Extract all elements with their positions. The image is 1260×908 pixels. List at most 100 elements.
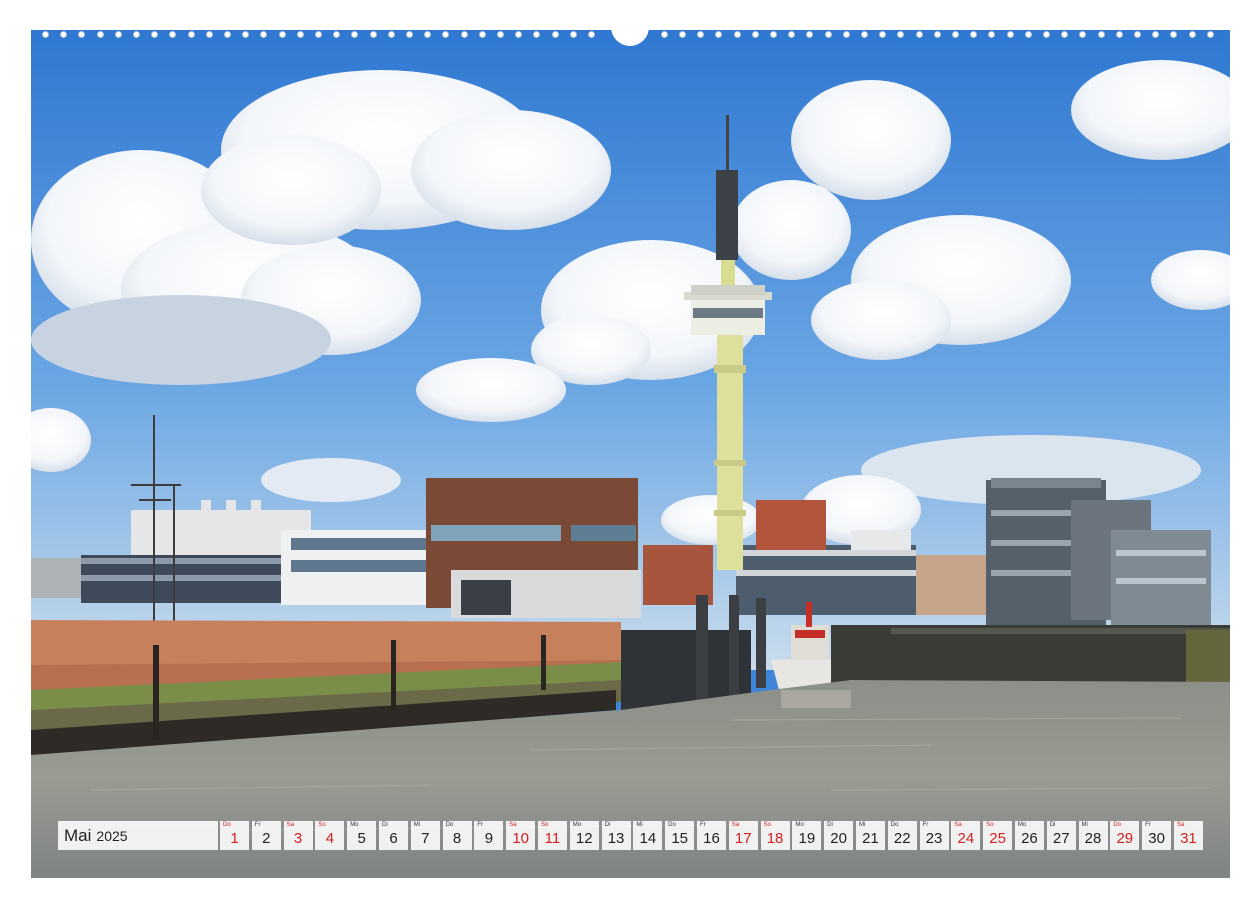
- binding-hole: [770, 31, 777, 38]
- weekday-abbrev: Do: [1113, 822, 1121, 828]
- weekday-abbrev: Fr: [254, 822, 261, 828]
- month-name: Mai: [64, 825, 92, 845]
- binding-hole: [369, 31, 377, 38]
- weekday-abbrev: Sa: [1176, 822, 1185, 828]
- weekday-abbrev: Fr: [922, 822, 929, 828]
- day-cell: Di 6: [378, 821, 408, 850]
- weekday-abbrev: Mo: [1017, 822, 1027, 828]
- binding-hole: [205, 31, 213, 38]
- day-number: 2: [262, 830, 271, 847]
- weekday-abbrev: Di: [1049, 822, 1056, 828]
- binding-hole: [1006, 31, 1014, 38]
- weekday-abbrev: Mo: [350, 822, 359, 828]
- day-cell: So 18: [760, 821, 790, 850]
- binding-hole: [679, 31, 686, 38]
- day-number: 24: [957, 830, 975, 847]
- day-number: 10: [512, 830, 530, 847]
- day-number: 4: [325, 830, 335, 847]
- month-year: 2025: [96, 827, 128, 844]
- day-number: 15: [671, 830, 688, 847]
- weekday-abbrev: Di: [604, 822, 611, 828]
- binding-hole: [697, 31, 705, 38]
- binding-hole: [1206, 31, 1214, 38]
- binding-hole: [260, 31, 268, 38]
- weekday-abbrev: So: [763, 822, 771, 828]
- day-number: 31: [1180, 830, 1197, 847]
- binding-hole: [460, 31, 468, 38]
- day-cell: Mi 14: [633, 821, 663, 850]
- binding-hole: [842, 31, 850, 38]
- binding-hole: [151, 31, 159, 38]
- day-cell: Di 27: [1046, 821, 1076, 850]
- binding-hole: [533, 31, 541, 38]
- day-cell: Mi 28: [1078, 821, 1108, 850]
- day-number: 28: [1084, 830, 1102, 847]
- day-cell: Mo 19: [792, 821, 822, 850]
- binding-hole: [569, 31, 577, 38]
- day-number: 14: [639, 830, 657, 847]
- day-number: 21: [862, 830, 879, 847]
- day-cell: Do 22: [887, 821, 917, 850]
- binding-hole: [733, 31, 741, 38]
- day-cell: Fr 2: [251, 821, 281, 850]
- binding-hole: [1134, 31, 1141, 38]
- day-number: 7: [421, 830, 430, 847]
- day-cell: Do 1: [220, 821, 249, 850]
- binding-hole: [478, 31, 486, 38]
- day-number: 19: [798, 830, 816, 847]
- weekday-abbrev: Do: [668, 822, 676, 828]
- binding-hole: [660, 31, 668, 38]
- binding-hole: [224, 31, 231, 38]
- weekday-abbrev: So: [318, 822, 326, 828]
- day-number: 26: [1021, 830, 1038, 847]
- weekday-abbrev: Sa: [731, 822, 740, 828]
- day-cell: Di 13: [601, 821, 631, 850]
- weekday-abbrev: Sa: [954, 822, 962, 828]
- day-number: 8: [452, 830, 462, 847]
- day-cell: Mi 21: [855, 821, 885, 850]
- binding-hole: [387, 31, 395, 38]
- binding-hole: [1188, 31, 1196, 38]
- binding-hole: [114, 31, 122, 38]
- weekday-abbrev: Mi: [858, 822, 866, 828]
- binding-hole: [1024, 31, 1032, 38]
- weekday-abbrev: Mi: [413, 822, 421, 828]
- binding-hole: [1061, 31, 1069, 38]
- weekday-abbrev: So: [540, 822, 549, 828]
- skyline: [31, 478, 1211, 625]
- binding-hole: [788, 31, 796, 38]
- day-number: 23: [925, 830, 943, 847]
- weekday-abbrev: Mi: [636, 822, 643, 828]
- binding-hole: [515, 31, 523, 38]
- binding-hole: [60, 31, 68, 38]
- binding-hole: [1043, 31, 1050, 38]
- weekday-abbrev: Mi: [1081, 822, 1088, 828]
- day-number: 1: [230, 830, 239, 847]
- weekday-abbrev: Fr: [477, 822, 484, 828]
- day-number: 16: [703, 830, 720, 847]
- binding-hole: [551, 31, 559, 38]
- month-calendar-strip: Mai 2025 Do 1 Fr 2 Sa 3 So 4 Mo 5 Di 6 Mi 7 Do 8 Fr 9 Sa 10…: [58, 821, 1206, 850]
- day-cell: Mo 12: [569, 821, 599, 850]
- day-cell: Fr 30: [1142, 821, 1172, 850]
- binding-hole: [296, 31, 304, 38]
- binding-hole: [78, 31, 86, 38]
- weekday-abbrev: Do: [445, 822, 454, 828]
- day-number: 25: [989, 830, 1006, 847]
- harbour-scene-illustration: [31, 30, 1230, 878]
- binding-hole: [1152, 31, 1160, 38]
- day-cell: So 25: [983, 821, 1013, 850]
- binding-hole: [1079, 31, 1087, 38]
- binding-hole: [988, 31, 996, 38]
- binding-hole: [588, 31, 595, 38]
- binding-hole: [424, 31, 432, 38]
- day-cell: Mo 26: [1014, 821, 1044, 850]
- weekday-abbrev: So: [986, 822, 994, 828]
- day-number: 13: [607, 830, 625, 847]
- day-cell: Do 15: [665, 821, 695, 850]
- binding-hole: [351, 31, 359, 38]
- weekday-abbrev: Di: [827, 822, 833, 828]
- binding-hole: [333, 31, 341, 38]
- weekday-abbrev: Mo: [795, 822, 804, 828]
- month-label: Mai 2025: [58, 821, 218, 850]
